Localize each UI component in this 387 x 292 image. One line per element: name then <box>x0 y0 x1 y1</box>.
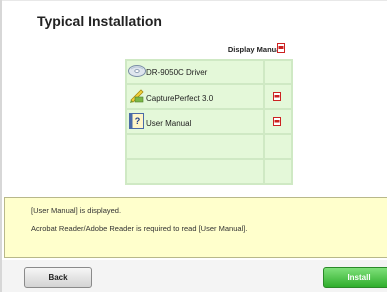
svg-text:?: ? <box>135 116 141 126</box>
list-item-label: DR-9050C Driver <box>146 68 208 77</box>
page-title: Typical Installation <box>37 13 162 29</box>
list-item-label: User Manual <box>146 119 192 128</box>
component-list: DR-9050C Driver CapturePerfect 3.0 ? Use… <box>125 59 293 185</box>
info-requirement: Acrobat Reader/Adobe Reader is required … <box>31 224 248 233</box>
frame-left-border <box>0 0 2 292</box>
info-message: [User Manual] is displayed. <box>31 206 122 215</box>
scanner-app-icon <box>130 89 144 103</box>
pdf-icon[interactable] <box>273 117 281 126</box>
list-item-cell <box>127 135 263 158</box>
list-item-pdf-cell <box>265 135 291 158</box>
back-button[interactable]: Back <box>24 267 92 288</box>
list-item-pdf-cell <box>265 160 291 183</box>
list-item-cell <box>127 160 263 183</box>
list-item-pdf-cell <box>265 61 291 83</box>
info-panel: [User Manual] is displayed. Acrobat Read… <box>4 197 387 258</box>
cd-icon <box>128 65 146 77</box>
frame-top-border <box>0 0 387 1</box>
pdf-icon[interactable] <box>273 92 281 101</box>
list-item-label: CapturePerfect 3.0 <box>146 94 214 103</box>
pdf-icon[interactable] <box>277 43 285 53</box>
install-button[interactable]: Install <box>323 267 387 288</box>
manual-help-icon: ? <box>129 113 144 129</box>
